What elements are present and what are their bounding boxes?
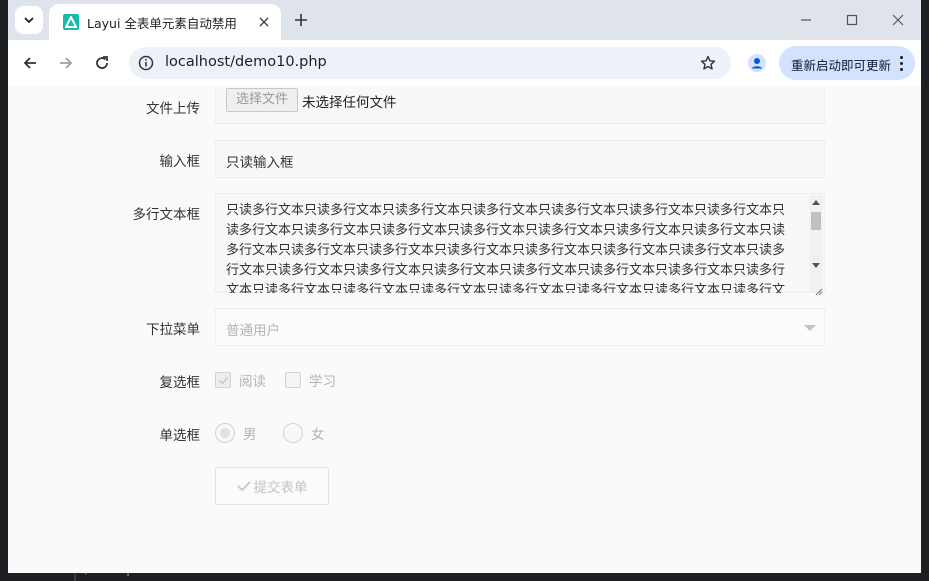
- choose-file-button[interactable]: 选择文件: [226, 88, 298, 112]
- file-upload-label: 文件上传: [146, 101, 200, 117]
- kebab-icon[interactable]: [895, 54, 907, 72]
- chevron-down-icon[interactable]: [15, 6, 43, 34]
- star-icon[interactable]: [697, 52, 719, 74]
- file-status-text: 未选择任何文件: [302, 95, 397, 111]
- maximize-icon[interactable]: [829, 4, 875, 36]
- resize-grip-icon[interactable]: [813, 281, 823, 296]
- radio-female[interactable]: 女: [283, 423, 325, 443]
- select-label: 下拉菜单: [146, 322, 200, 338]
- submit-button-label: 提交表单: [253, 480, 308, 496]
- radio-button[interactable]: [283, 423, 303, 443]
- close-icon[interactable]: [255, 13, 273, 31]
- layui-logo-icon: [63, 14, 79, 30]
- scroll-down-icon[interactable]: [812, 263, 820, 268]
- input-label: 输入框: [159, 154, 201, 170]
- page-content: 文件上传 选择文件 未选择任何文件 输入框 只读输入框 多行文本框 只读多行文本…: [8, 86, 921, 573]
- checkbox-label: 复选框: [159, 375, 201, 391]
- radio-option-label: 女: [311, 427, 325, 443]
- submit-button[interactable]: 提交表单: [215, 467, 329, 505]
- address-bar[interactable]: localhost/demo10.php: [129, 47, 731, 79]
- update-button-label: 重新启动即可更新: [791, 58, 892, 73]
- update-button[interactable]: 重新启动即可更新: [779, 46, 915, 80]
- checkbox-reading[interactable]: 阅读: [215, 370, 266, 390]
- browser-toolbar: localhost/demo10.php 重新启动即可更新: [8, 40, 921, 86]
- file-upload-field: 选择文件 未选择任何文件: [215, 86, 825, 124]
- arrow-left-icon[interactable]: [16, 49, 44, 77]
- plus-icon[interactable]: [289, 8, 313, 32]
- checkbox-box[interactable]: [215, 372, 231, 388]
- chevron-down-icon: [804, 325, 816, 331]
- tab-layui-demo[interactable]: Layui 全表单元素自动禁用: [49, 4, 281, 40]
- input-value: 只读输入框: [226, 155, 294, 171]
- url-text: localhost/demo10.php: [165, 54, 327, 70]
- radio-button[interactable]: [215, 423, 235, 443]
- checkbox-option-label: 阅读: [239, 374, 266, 390]
- scroll-up-icon[interactable]: [812, 200, 820, 205]
- tab-strip: Layui 全表单元素自动禁用: [8, 0, 921, 40]
- scroll-thumb[interactable]: [811, 212, 821, 230]
- checkbox-study[interactable]: 学习: [285, 370, 336, 390]
- readonly-input[interactable]: 只读输入框: [215, 140, 825, 178]
- textarea-scrollbar[interactable]: [809, 195, 823, 292]
- check-icon: [236, 481, 251, 492]
- browser-window: Layui 全表单元素自动禁用 localhost/demo10.php 重新启…: [8, 0, 921, 573]
- checkbox-option-label: 学习: [309, 374, 336, 390]
- readonly-textarea[interactable]: 只读多行文本只读多行文本只读多行文本只读多行文本只读多行文本只读多行文本只读多行…: [215, 193, 825, 296]
- minimize-icon[interactable]: [783, 4, 829, 36]
- checkbox-box[interactable]: [285, 372, 301, 388]
- window-close-icon[interactable]: [875, 4, 921, 36]
- textarea-value: 只读多行文本只读多行文本只读多行文本只读多行文本只读多行文本只读多行文本只读多行…: [226, 203, 786, 293]
- select-value: 普通用户: [226, 323, 280, 339]
- arrow-right-icon[interactable]: [52, 49, 80, 77]
- info-icon[interactable]: [136, 53, 156, 73]
- radio-male[interactable]: 男: [215, 423, 257, 443]
- radio-label: 单选框: [159, 428, 201, 444]
- tab-title: Layui 全表单元素自动禁用: [87, 16, 237, 31]
- radio-option-label: 男: [243, 427, 257, 443]
- person-icon[interactable]: [745, 51, 769, 75]
- role-select[interactable]: 普通用户: [215, 308, 825, 346]
- reload-icon[interactable]: [88, 49, 116, 77]
- textarea-label: 多行文本框: [132, 207, 201, 223]
